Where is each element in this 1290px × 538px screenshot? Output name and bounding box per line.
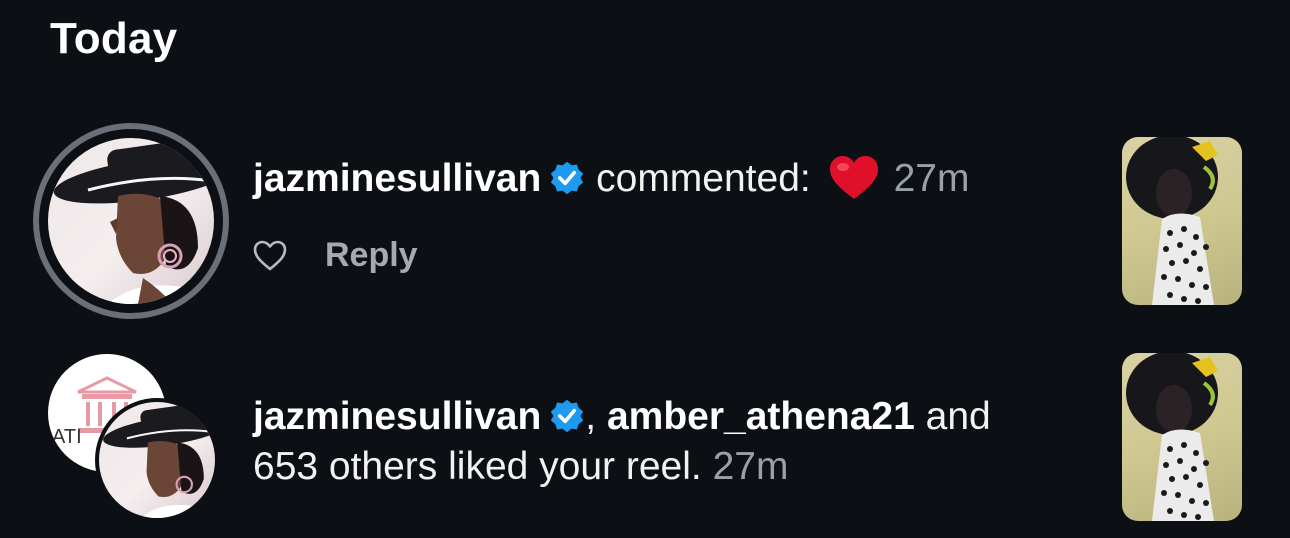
avatar — [95, 398, 219, 522]
heart-emoji-icon — [829, 156, 878, 199]
heart-outline-icon[interactable] — [252, 238, 288, 274]
post-thumbnail[interactable] — [1122, 137, 1242, 305]
username-link[interactable]: jazminesullivan — [253, 157, 541, 200]
story-avatar-ring[interactable] — [33, 123, 229, 319]
conjunction: and — [925, 395, 991, 438]
section-title: Today — [50, 14, 178, 63]
timestamp: 27m — [893, 157, 970, 200]
comment-actions: Reply — [252, 236, 418, 275]
notification-body: 653 others liked your reel. — [253, 445, 702, 488]
timestamp: 27m — [712, 445, 789, 488]
post-thumbnail[interactable] — [1122, 353, 1242, 521]
reply-button[interactable]: Reply — [325, 236, 418, 275]
notification-text: jazminesullivan commented: 27m — [253, 154, 1073, 204]
username-link[interactable]: jazminesullivan — [253, 395, 541, 438]
notification-action: commented: — [596, 157, 811, 200]
username-link[interactable]: amber_athena21 — [607, 395, 915, 438]
verified-badge-icon — [551, 399, 584, 433]
avatar-logo-text: ATI — [52, 426, 82, 448]
verified-badge-icon — [551, 161, 584, 195]
notification-text: jazminesullivan, amber_athena21 and 653 … — [253, 395, 991, 488]
avatar — [48, 138, 214, 304]
